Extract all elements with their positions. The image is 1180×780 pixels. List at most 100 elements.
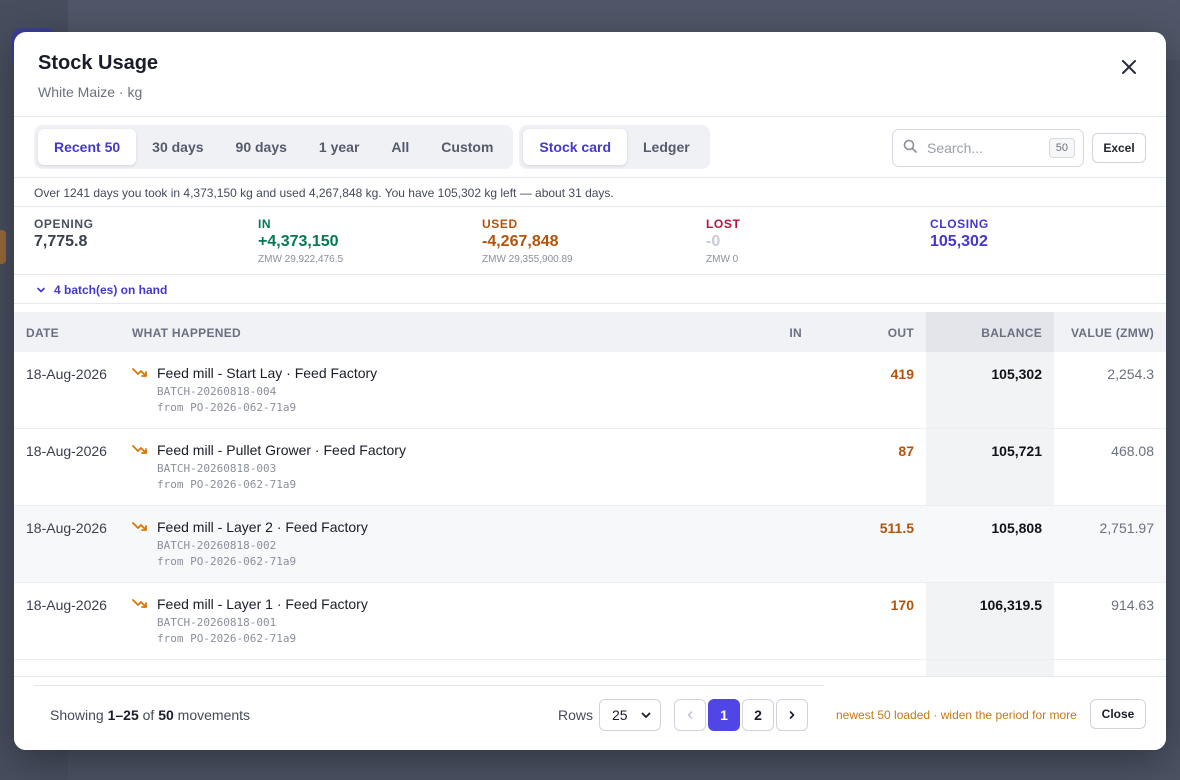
modal-title: Stock Usage: [38, 52, 159, 74]
header-balance[interactable]: BALANCE: [981, 326, 1042, 340]
search-box: 50: [892, 129, 1084, 167]
stats-strip: OPENING 7,775.8 IN +4,373,150 ZMW 29,922…: [14, 207, 1166, 275]
showing-total: 50: [158, 707, 174, 723]
row-balance: 105,721: [991, 443, 1042, 459]
tab-recent-50[interactable]: Recent 50: [38, 129, 137, 165]
tab-90-days[interactable]: 90 days: [220, 129, 303, 165]
row-balance: 106,319.5: [979, 597, 1042, 613]
table-row[interactable]: 18-Aug-2026 Feed mill - Pullet Grower · …: [14, 429, 1166, 506]
row-source: from PO-2026-062-71a9: [157, 478, 297, 491]
row-out: 170: [890, 597, 914, 613]
batches-toggle[interactable]: 4 batch(es) on hand: [14, 275, 1166, 304]
stat-lost-sub: ZMW 0: [706, 254, 739, 265]
footer-divider: [34, 685, 824, 686]
row-out: 511.5: [879, 520, 914, 536]
row-date: 18-Aug-2026: [26, 443, 107, 459]
stat-closing: CLOSING 105,302: [930, 217, 989, 251]
movements-table: DATE WHAT HAPPENED IN OUT BALANCE VALUE …: [14, 312, 1166, 676]
next-page-button[interactable]: [776, 699, 808, 731]
stat-opening-label: OPENING: [34, 217, 94, 231]
trend-down-icon: [132, 597, 148, 615]
search-count-badge: 50: [1048, 138, 1075, 158]
row-description: Feed mill - Layer 2 · Feed Factory: [157, 519, 368, 535]
row-value: 2,254.3: [1107, 366, 1154, 382]
stat-used-sub: ZMW 29,355,900.89: [482, 254, 573, 265]
row-value: 468.08: [1111, 443, 1154, 459]
chevron-down-icon: [641, 712, 651, 718]
row-source: from PO-2026-062-71a9: [157, 632, 297, 645]
showing-suffix: movements: [173, 707, 251, 723]
table-row[interactable]: 18-Aug-2026 Feed mill - Layer 1 · Feed F…: [14, 583, 1166, 660]
row-batch: BATCH-20260818-001: [157, 616, 277, 629]
modal-header: Stock Usage White Maize · kg: [14, 32, 1166, 117]
tab-1-year[interactable]: 1 year: [303, 129, 375, 165]
row-description: Feed mill - Pullet Grower · Feed Factory: [157, 442, 406, 458]
header-out[interactable]: OUT: [888, 326, 914, 340]
rows-label: Rows: [558, 707, 594, 723]
toolbar: Recent 50 30 days 90 days 1 year All Cus…: [14, 117, 1166, 178]
row-source: from PO-2026-062-71a9: [157, 555, 297, 568]
row-value: 914.63: [1111, 597, 1154, 613]
chevron-down-icon: [37, 287, 45, 293]
table-row[interactable]: 18-Aug-2026 Feed mill - Layer 2 · Feed F…: [14, 506, 1166, 583]
close-icon[interactable]: [1118, 56, 1140, 78]
row-out: 87: [898, 443, 914, 459]
row-balance: 105,808: [991, 520, 1042, 536]
row-date: 18-Aug-2026: [26, 366, 107, 382]
stat-closing-value: 105,302: [930, 233, 988, 250]
tab-all[interactable]: All: [375, 129, 425, 165]
row-date: 18-Aug-2026: [26, 597, 107, 613]
view-tabs: Stock card Ledger: [519, 125, 710, 169]
search-icon: [903, 139, 917, 158]
rows-per-page-value: 25: [612, 707, 628, 723]
stat-in-sub: ZMW 29,922,476.5: [258, 254, 344, 265]
loaded-note: newest 50 loaded · widen the period for …: [836, 708, 1077, 722]
row-batch: BATCH-20260818-004: [157, 385, 277, 398]
stat-in-value: +4,373,150: [258, 233, 339, 250]
batches-label: 4 batch(es) on hand: [54, 283, 168, 297]
prev-page-button[interactable]: [674, 699, 706, 731]
stat-in-label: IN: [258, 217, 272, 231]
modal-footer: Showing 1–25 of 50 movements Rows 25 1 2…: [14, 676, 1166, 750]
page-1-button[interactable]: 1: [708, 699, 740, 731]
header-value[interactable]: VALUE (ZMW): [1071, 326, 1154, 340]
stat-opening-value: 7,775.8: [34, 233, 88, 250]
stock-usage-modal: Stock Usage White Maize · kg Recent 50 3…: [14, 32, 1166, 750]
stat-used-label: USED: [482, 217, 518, 231]
table-row[interactable]: 18-Aug-2026 Feed mill - Start Lay · Feed…: [14, 352, 1166, 429]
stat-lost-value: -0: [706, 233, 721, 250]
stat-used-value: -4,267,848: [482, 233, 559, 250]
tab-custom[interactable]: Custom: [425, 129, 509, 165]
row-date: 18-Aug-2026: [26, 520, 107, 536]
header-date[interactable]: DATE: [26, 326, 59, 340]
search-input[interactable]: [927, 140, 1037, 156]
showing-range: 1–25: [107, 707, 139, 723]
page-2-button[interactable]: 2: [742, 699, 774, 731]
stat-used: USED -4,267,848 ZMW 29,355,900.89: [482, 217, 573, 265]
chevron-left-icon: [687, 711, 693, 719]
stat-lost: LOST -0 ZMW 0: [706, 217, 740, 265]
stat-in: IN +4,373,150 ZMW 29,922,476.5: [258, 217, 343, 265]
table-header: DATE WHAT HAPPENED IN OUT BALANCE VALUE …: [14, 312, 1166, 352]
tab-ledger[interactable]: Ledger: [627, 129, 706, 165]
trend-down-icon: [132, 443, 148, 461]
showing-prefix: Showing: [50, 707, 108, 723]
chevron-right-icon: [789, 711, 795, 719]
row-batch: BATCH-20260818-002: [157, 539, 277, 552]
period-tabs: Recent 50 30 days 90 days 1 year All Cus…: [34, 125, 514, 169]
showing-of: of: [138, 707, 159, 723]
rows-per-page-select[interactable]: 25: [599, 699, 661, 731]
close-button[interactable]: Close: [1090, 699, 1146, 729]
header-in[interactable]: IN: [789, 326, 802, 340]
stat-lost-label: LOST: [706, 217, 741, 231]
stat-opening: OPENING 7,775.8: [34, 217, 94, 251]
header-what-happened[interactable]: WHAT HAPPENED: [132, 326, 241, 340]
tab-30-days[interactable]: 30 days: [136, 129, 219, 165]
row-description: Feed mill - Start Lay · Feed Factory: [157, 365, 378, 381]
summary-text: Over 1241 days you took in 4,373,150 kg …: [14, 178, 1166, 207]
tab-stock-card[interactable]: Stock card: [523, 129, 627, 165]
excel-export-button[interactable]: Excel: [1092, 133, 1146, 163]
row-description: Feed mill - Layer 1 · Feed Factory: [157, 596, 368, 612]
trend-down-icon: [132, 520, 148, 538]
background-accent: [0, 230, 6, 264]
